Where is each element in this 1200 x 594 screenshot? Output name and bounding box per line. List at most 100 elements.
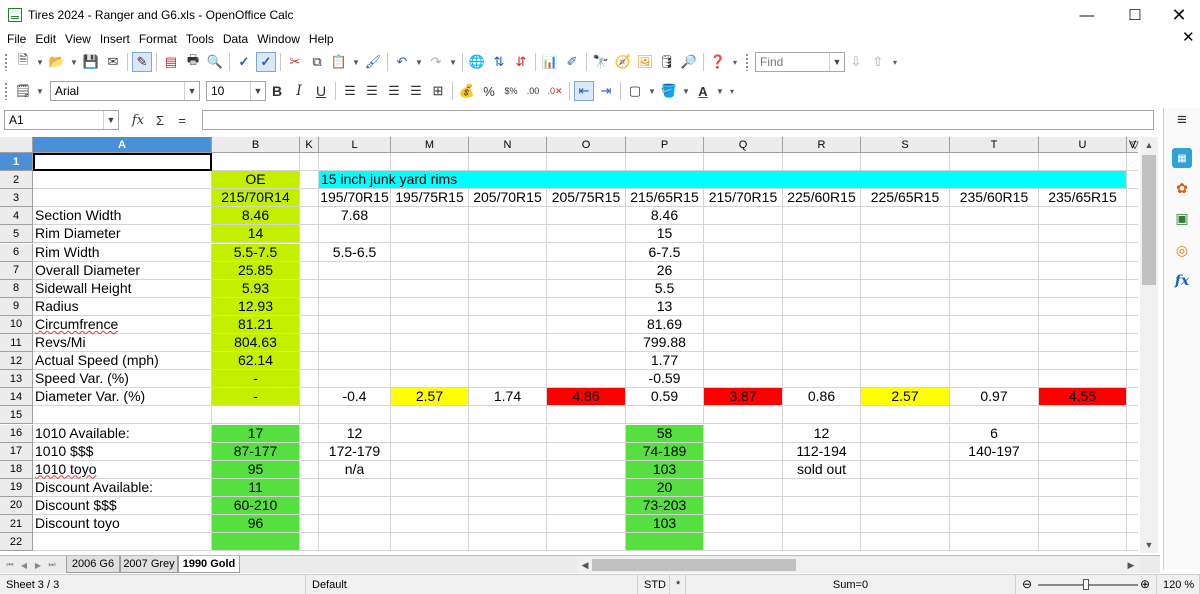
email-document-icon[interactable]: ✉ — [103, 52, 123, 72]
cell-q18[interactable] — [704, 460, 783, 479]
cell-n10[interactable] — [469, 315, 547, 334]
cell-b19[interactable]: 11 — [212, 478, 300, 497]
cell-b10[interactable]: 81.21 — [212, 315, 300, 334]
cell-k12[interactable] — [300, 352, 319, 371]
menu-format[interactable]: Format — [136, 32, 180, 46]
font-color-icon[interactable]: A — [693, 81, 713, 101]
cell-o16[interactable] — [547, 424, 626, 443]
zoom-icon[interactable]: 🔎 — [679, 52, 699, 72]
cell-b22[interactable] — [212, 533, 300, 552]
cell-s2[interactable] — [861, 171, 950, 190]
cell-p10[interactable]: 81.69 — [626, 315, 704, 334]
cell-l2[interactable]: 15 inch junk yard rims — [319, 171, 457, 190]
cell-p13[interactable]: -0.59 — [626, 370, 704, 389]
cell-l3[interactable]: 195/70R15 — [319, 189, 391, 208]
cell-n7[interactable] — [469, 261, 547, 280]
sheet-tab-2007-grey[interactable]: 2007 Grey — [120, 556, 178, 573]
cell-o13[interactable] — [547, 370, 626, 389]
cell-a8[interactable]: Sidewall Height — [33, 279, 212, 298]
menu-insert[interactable]: Insert — [97, 32, 133, 46]
cell-u10[interactable] — [1039, 315, 1127, 334]
cell-n20[interactable] — [469, 496, 547, 515]
cell-v16[interactable] — [1127, 425, 1138, 443]
cell-u2[interactable] — [1039, 171, 1127, 190]
cell-o11[interactable] — [547, 334, 626, 353]
row-header-4[interactable]: 4 — [0, 207, 33, 226]
open-dropdown-icon[interactable]: ▼ — [69, 52, 79, 72]
column-header-a[interactable]: A — [33, 137, 212, 153]
row-header-16[interactable]: 16 — [0, 424, 33, 443]
row-header-21[interactable]: 21 — [0, 515, 33, 534]
cell-l1[interactable] — [319, 153, 391, 172]
column-header-q[interactable]: Q — [704, 137, 783, 153]
scroll-up-icon[interactable]: ▲ — [1140, 137, 1158, 153]
cell-r14[interactable]: 0.86 — [783, 388, 861, 407]
cell-b9[interactable]: 12.93 — [212, 297, 300, 316]
vertical-split-handle[interactable]: ▽ — [1130, 137, 1140, 153]
cell-v15[interactable] — [1127, 406, 1138, 425]
cell-k10[interactable] — [300, 315, 319, 334]
cell-s12[interactable] — [861, 352, 950, 371]
cell-t6[interactable] — [950, 243, 1039, 262]
cell-k11[interactable] — [300, 334, 319, 353]
previous-sheet-icon[interactable]: ◀ — [18, 559, 30, 571]
add-decimal-icon[interactable]: .00 — [523, 81, 543, 101]
menu-view[interactable]: View — [62, 32, 94, 46]
cell-q4[interactable] — [704, 207, 783, 226]
cell-s3[interactable]: 225/65R15 — [861, 189, 950, 208]
cell-t19[interactable] — [950, 478, 1039, 497]
cell-q15[interactable] — [704, 406, 783, 425]
cell-v4[interactable] — [1127, 207, 1138, 226]
cell-t2[interactable] — [950, 171, 1039, 190]
cell-m8[interactable] — [391, 279, 469, 298]
underline-button[interactable]: U — [311, 81, 331, 101]
row-header-7[interactable]: 7 — [0, 261, 33, 280]
cell-t8[interactable] — [950, 279, 1039, 298]
cell-k9[interactable] — [300, 297, 319, 316]
cell-l22[interactable] — [319, 533, 391, 552]
cell-u18[interactable] — [1039, 460, 1127, 479]
toolbar-grip[interactable] — [745, 53, 749, 71]
cell-b3[interactable]: 215/70R14 — [212, 189, 300, 208]
row-header-8[interactable]: 8 — [0, 279, 33, 298]
data-sources-icon[interactable]: 🛢 — [657, 52, 677, 72]
cell-o4[interactable] — [547, 207, 626, 226]
cell-k14[interactable] — [300, 388, 319, 407]
cell-a20[interactable]: Discount $$$ — [33, 496, 212, 515]
cell-r5[interactable] — [783, 225, 861, 244]
cell-b8[interactable]: 5.93 — [212, 279, 300, 298]
cell-a14[interactable]: Diameter Var. (%) — [33, 388, 212, 407]
cell-a9[interactable]: Radius — [33, 297, 212, 316]
cell-s9[interactable] — [861, 297, 950, 316]
cell-m19[interactable] — [391, 478, 469, 497]
cell-l17[interactable]: 172-179 — [319, 442, 391, 461]
cell-a19[interactable]: Discount Available: — [33, 478, 212, 497]
cell-a6[interactable]: Rim Width — [33, 243, 212, 262]
decrease-indent-icon[interactable]: ⇤ — [574, 81, 594, 101]
cell-m4[interactable] — [391, 207, 469, 226]
cell-k18[interactable] — [300, 460, 319, 479]
cell-a10[interactable]: Circumfrence — [33, 315, 212, 334]
cell-u8[interactable] — [1039, 279, 1127, 298]
cell-m18[interactable] — [391, 460, 469, 479]
cell-o5[interactable] — [547, 225, 626, 244]
column-header-n[interactable]: N — [469, 137, 547, 153]
cell-t14[interactable]: 0.97 — [950, 388, 1039, 407]
cell-v2[interactable] — [1127, 171, 1138, 190]
cell-k15[interactable] — [300, 406, 319, 425]
paste-dropdown-icon[interactable]: ▼ — [351, 52, 361, 72]
cell-s11[interactable] — [861, 334, 950, 353]
cell-o9[interactable] — [547, 297, 626, 316]
toolbar-grip[interactable] — [4, 82, 8, 100]
select-all-corner[interactable] — [0, 137, 33, 153]
cell-u22[interactable] — [1039, 533, 1127, 552]
undo-icon[interactable]: ↶ — [392, 52, 412, 72]
redo-dropdown-icon[interactable]: ▼ — [448, 52, 458, 72]
column-header-r[interactable]: R — [783, 137, 861, 153]
cell-m6[interactable] — [391, 243, 469, 262]
cell-p6[interactable]: 6-7.5 — [626, 243, 704, 262]
cell-o12[interactable] — [547, 352, 626, 371]
cell-n4[interactable] — [469, 207, 547, 226]
spellcheck-icon[interactable]: ✓ — [234, 52, 254, 72]
cell-r16[interactable]: 12 — [783, 424, 861, 443]
